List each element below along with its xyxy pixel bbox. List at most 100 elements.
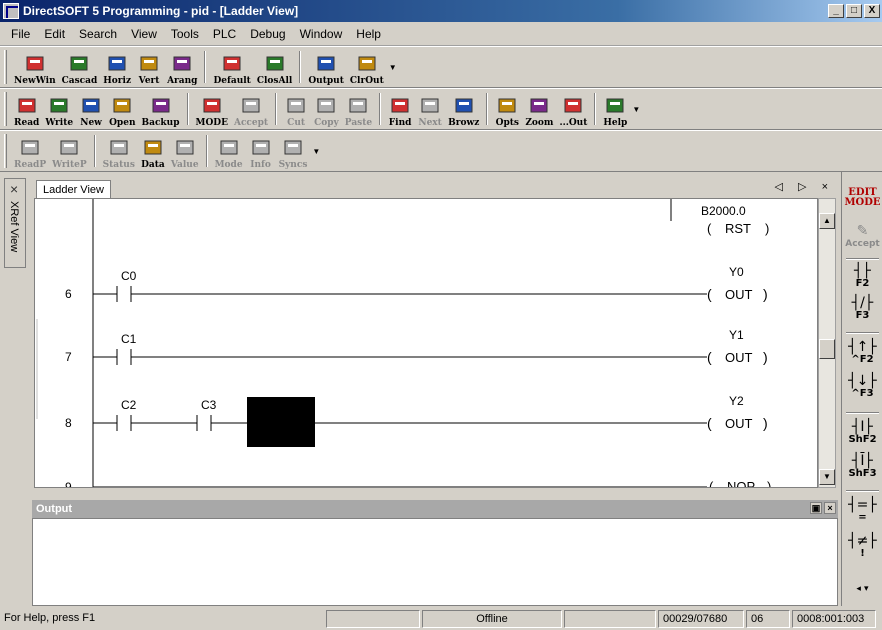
data-button[interactable]: Data [138, 132, 168, 170]
ladder-editor[interactable]: B2000.0 (RST) 6 C0 Y0 (OUT) 7 C1 Y1 (OUT) 8 C2 C3 Y2 (… [34, 198, 818, 488]
options-button[interactable]: Opts [492, 90, 522, 128]
info-button[interactable]: Info [246, 132, 276, 170]
zoom-button[interactable]: Zoom [522, 90, 556, 128]
immediate-contact-button[interactable]: ┤I├ ShF2 [844, 420, 881, 445]
toolbar-dropdown-icon[interactable]: ▼ [632, 105, 640, 114]
compare-not-equal-button[interactable]: ┤≠├ ! [844, 534, 881, 559]
accept-palette-button[interactable]: ✎ Accept [844, 224, 881, 249]
cut-button[interactable]: Cut [281, 90, 311, 128]
help-button[interactable]: Help [600, 90, 630, 128]
menu-search[interactable]: Search [72, 25, 124, 43]
window-toolbar: NewWin Cascad Horiz Vert Arang Default ClosAll… [0, 46, 882, 88]
ladder-scrollbar[interactable]: ▲ ▼ [818, 198, 836, 488]
toolbar-dropdown-icon[interactable]: ▼ [389, 63, 397, 72]
edit-mode-icon [201, 96, 223, 116]
close-all-button[interactable]: ClosAll [254, 48, 295, 86]
menu-file[interactable]: File [4, 25, 37, 43]
immediate-nc-contact-icon: ┤Ī├ [852, 453, 873, 469]
clear-output-button[interactable]: ClrOut [347, 48, 387, 86]
output-panel[interactable] [32, 518, 838, 606]
browse-icon [453, 96, 475, 116]
coil-open-paren: ( [707, 286, 712, 302]
menu-plc[interactable]: PLC [206, 25, 243, 43]
menu-window[interactable]: Window [293, 25, 350, 43]
output-window-button[interactable]: Output [305, 48, 347, 86]
write-plc-button[interactable]: WriteP [49, 132, 90, 170]
document-tab-bar: Ladder View ◁ ▷ × [32, 176, 838, 198]
menu-tools[interactable]: Tools [164, 25, 206, 43]
value-icon [174, 138, 196, 158]
edge-contact-nc-button[interactable]: ┤↓├ ^F3 [844, 374, 881, 399]
new-window-icon [24, 54, 46, 74]
close-output-icon[interactable]: × [824, 502, 836, 514]
cascade-button[interactable]: Cascad [59, 48, 101, 86]
scroll-down-icon[interactable]: ▼ [819, 469, 835, 485]
zoom-out-icon [562, 96, 584, 116]
status-button[interactable]: Status [100, 132, 138, 170]
accept-icon [240, 96, 262, 116]
ladder-diagram[interactable]: B2000.0 (RST) 6 C0 Y0 (OUT) 7 C1 Y1 (OUT) 8 C2 C3 Y2 (… [35, 199, 818, 488]
contact-nc-button[interactable]: ┤/├ F3 [844, 296, 881, 321]
coil-close-paren: ) [765, 221, 769, 236]
minimize-button[interactable]: _ [828, 4, 844, 18]
tab-nav-controls[interactable]: ◁ ▷ × [775, 180, 834, 193]
toolbar-dropdown-icon[interactable]: ▼ [312, 147, 320, 156]
zoom-out-button[interactable]: ...Out [556, 90, 590, 128]
tile-horizontal-icon [106, 54, 128, 74]
write-icon [48, 96, 70, 116]
copy-button[interactable]: Copy [311, 90, 342, 128]
find-button[interactable]: Find [385, 90, 415, 128]
mode-button[interactable]: Mode [212, 132, 246, 170]
backup-button[interactable]: Backup [139, 90, 183, 128]
paste-icon [347, 96, 369, 116]
value-button[interactable]: Value [168, 132, 202, 170]
menu-view[interactable]: View [124, 25, 164, 43]
new-window-button[interactable]: NewWin [11, 48, 59, 86]
coil-close-paren: ) [767, 479, 771, 488]
default-layout-button[interactable]: Default [210, 48, 253, 86]
menu-help[interactable]: Help [349, 25, 388, 43]
next-button[interactable]: Next [415, 90, 445, 128]
menu-debug[interactable]: Debug [243, 25, 292, 43]
edit-mode-button[interactable]: MODE [193, 90, 231, 128]
edit-mode-badge[interactable]: EDIT MODE [844, 188, 881, 208]
palette-scroll-icon[interactable]: ◂ ▾ [844, 584, 881, 594]
read-plc-button[interactable]: ReadP [11, 132, 49, 170]
sync-button[interactable]: Syncs [276, 132, 311, 170]
compare-equal-button[interactable]: ┤=├ = [844, 498, 881, 523]
coil-address: Y1 [729, 328, 744, 342]
tile-vertical-button[interactable]: Vert [134, 48, 164, 86]
arrange-button[interactable]: Arang [164, 48, 200, 86]
mode-icon [218, 138, 240, 158]
coil-instruction: OUT [725, 287, 753, 302]
contact-address: C0 [121, 269, 137, 283]
new-icon [80, 96, 102, 116]
read-button[interactable]: Read [11, 90, 42, 128]
accept-button[interactable]: Accept [231, 90, 271, 128]
browse-button[interactable]: Browz [445, 90, 482, 128]
xref-view-tab[interactable]: × XRef View [4, 178, 26, 268]
write-plc-icon [58, 138, 80, 158]
plc-mode-status: Offline [422, 610, 562, 628]
menu-edit[interactable]: Edit [37, 25, 72, 43]
contact-address: C2 [121, 398, 137, 412]
write-button[interactable]: Write [42, 90, 76, 128]
paste-button[interactable]: Paste [342, 90, 375, 128]
open-button[interactable]: Open [106, 90, 138, 128]
new-button[interactable]: New [76, 90, 106, 128]
edge-contact-button[interactable]: ┤↑├ ^F2 [844, 340, 881, 365]
open-icon [111, 96, 133, 116]
restore-output-icon[interactable]: ▣ [810, 502, 822, 514]
column-indicator: 06 [746, 610, 790, 628]
help-icon [604, 96, 626, 116]
tab-ladder-view[interactable]: Ladder View [36, 180, 111, 198]
rung-number: 8 [65, 416, 72, 430]
maximize-button[interactable]: □ [846, 4, 862, 18]
close-xref-icon[interactable]: × [10, 181, 18, 197]
scroll-thumb[interactable] [819, 339, 835, 359]
contact-no-button[interactable]: ┤├ F2 [844, 264, 881, 289]
close-button[interactable]: X [864, 4, 880, 18]
scroll-up-icon[interactable]: ▲ [819, 213, 835, 229]
immediate-contact-nc-button[interactable]: ┤Ī├ ShF3 [844, 454, 881, 479]
tile-horizontal-button[interactable]: Horiz [100, 48, 134, 86]
